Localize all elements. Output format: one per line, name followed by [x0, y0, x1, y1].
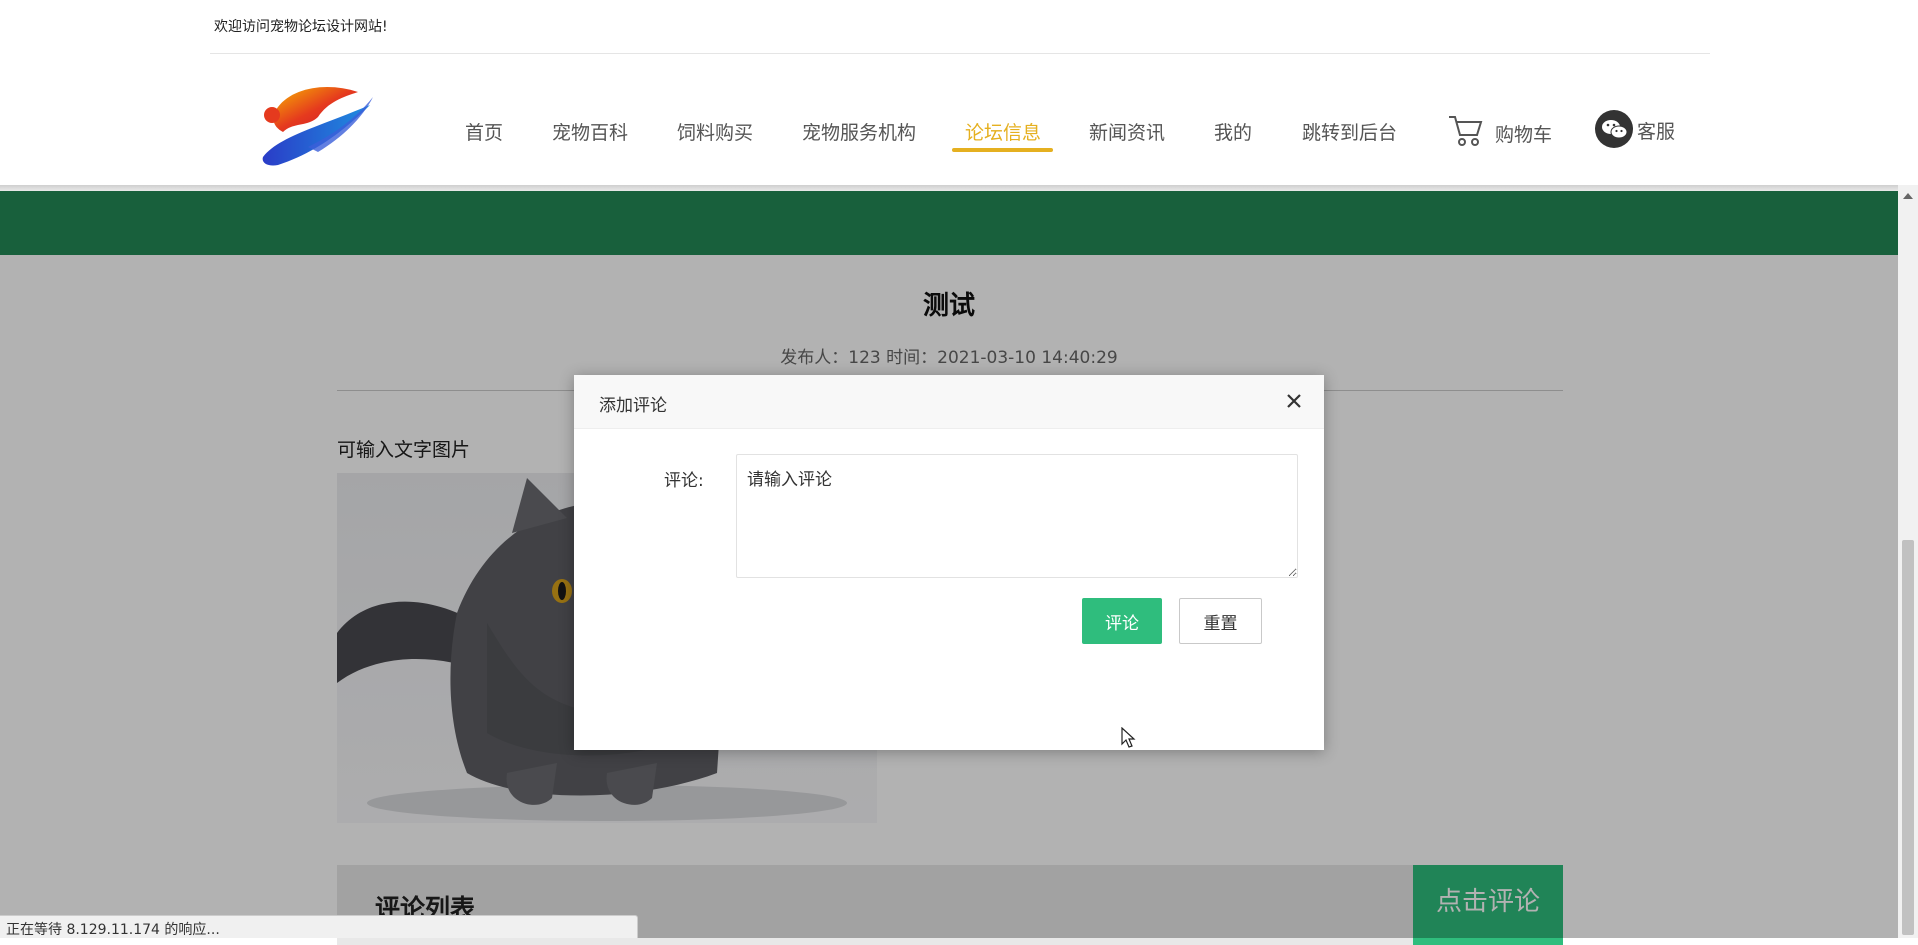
cart-icon — [1447, 116, 1495, 146]
welcome-text: 欢迎访问宠物论坛设计网站! — [214, 19, 388, 35]
customer-service-label: 客服 — [1637, 121, 1676, 143]
nav-item-feed-purchase[interactable]: 饲料购买 — [677, 118, 753, 145]
comment-field-label: 评论: — [664, 471, 704, 491]
add-comment-dialog: 添加评论 评论: 评论 重置 — [574, 375, 1324, 750]
nav-item-pet-wiki[interactable]: 宠物百科 — [552, 118, 628, 145]
cart-label: 购物车 — [1495, 124, 1553, 146]
close-icon[interactable] — [1284, 391, 1304, 411]
active-nav-indicator — [952, 148, 1053, 152]
mouse-cursor-icon — [1121, 726, 1137, 753]
brand-logo-icon[interactable] — [258, 77, 374, 167]
site-header: 首页 宠物百科 饲料购买 宠物服务机构 论坛信息 新闻资讯 我的 跳转到后台 购… — [0, 55, 1918, 185]
customer-service-link[interactable]: 客服 — [1595, 110, 1675, 148]
nav-item-home[interactable]: 首页 — [465, 118, 503, 145]
nav-item-pet-services[interactable]: 宠物服务机构 — [802, 118, 916, 145]
scroll-up-arrow-icon[interactable] — [1903, 193, 1913, 199]
nav-item-news[interactable]: 新闻资讯 — [1089, 118, 1165, 145]
page-scrollbar[interactable] — [1898, 185, 1918, 938]
browser-status-bar: 正在等待 8.129.11.174 的响应... — [0, 915, 638, 938]
dialog-header: 添加评论 — [574, 375, 1324, 429]
comment-textarea[interactable] — [736, 454, 1298, 578]
scrollbar-thumb[interactable] — [1902, 540, 1914, 935]
wechat-icon — [1595, 110, 1633, 148]
submit-comment-button[interactable]: 评论 — [1082, 598, 1162, 644]
top-bar: 欢迎访问宠物论坛设计网站! — [210, 0, 1710, 54]
nav-item-mine[interactable]: 我的 — [1214, 118, 1252, 145]
nav-item-forum[interactable]: 论坛信息 — [965, 118, 1041, 145]
reset-button[interactable]: 重置 — [1179, 598, 1262, 644]
nav-item-admin[interactable]: 跳转到后台 — [1302, 118, 1397, 145]
dialog-title: 添加评论 — [599, 396, 667, 416]
cart-link[interactable]: 购物车 — [1447, 113, 1552, 147]
